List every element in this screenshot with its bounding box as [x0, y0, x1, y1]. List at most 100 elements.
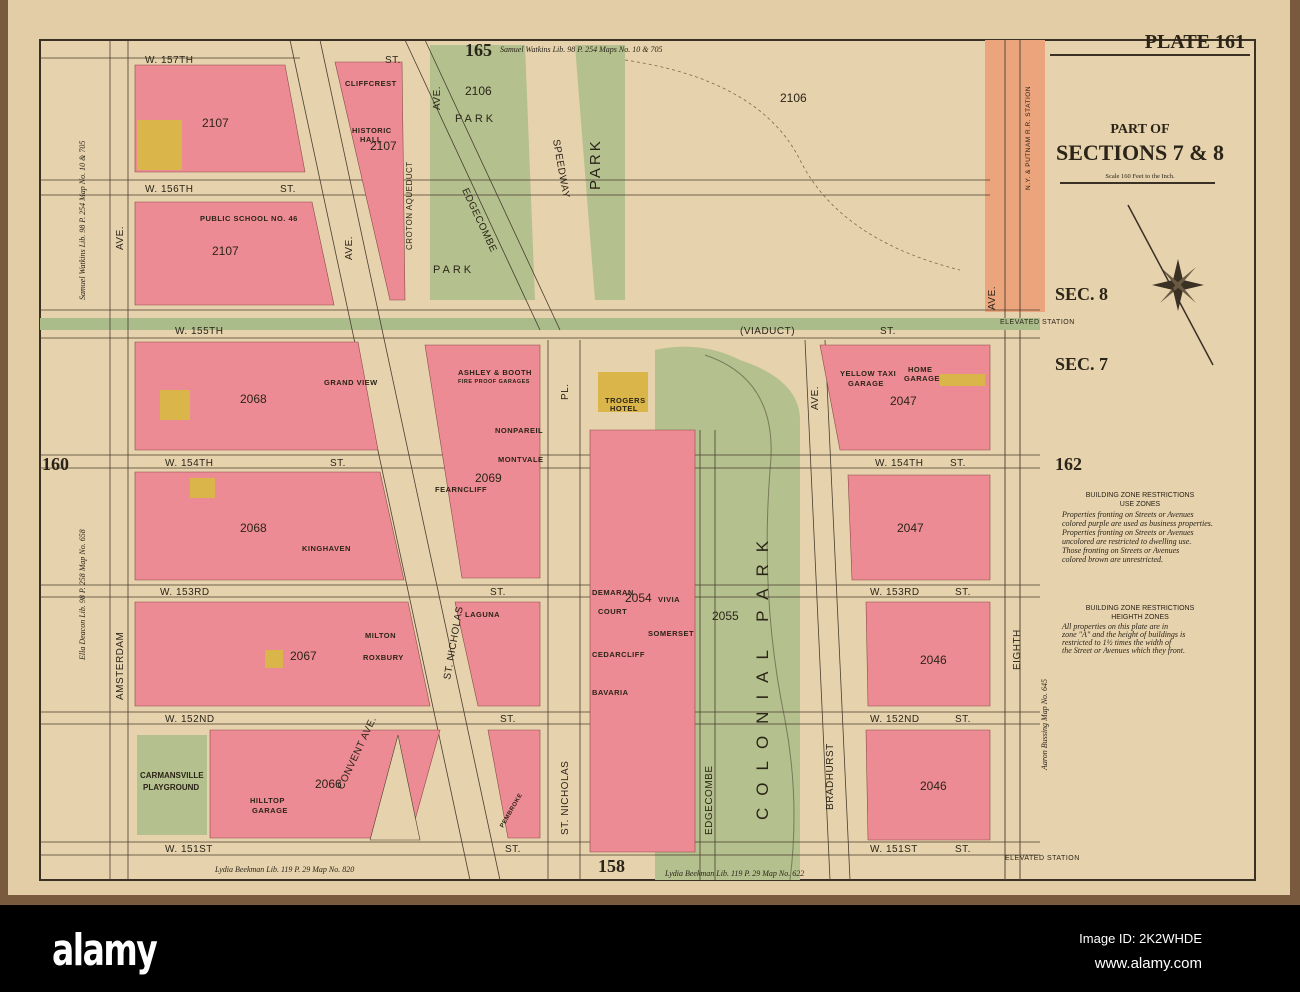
svg-text:the Street or Avenues which th: the Street or Avenues which they front. [1062, 646, 1185, 655]
svg-text:2106: 2106 [465, 84, 492, 98]
building-laguna: LAGUNA [465, 610, 500, 619]
adjacent-plate-left: 160 [42, 454, 69, 474]
plate-number: PLATE 161 [1145, 31, 1245, 53]
sec-8-label: SEC. 8 [1055, 284, 1108, 304]
block-2054 [589, 429, 696, 853]
image-id: Image ID: 2K2WHDE [1079, 931, 1202, 946]
avenue-label: AVE. [115, 226, 126, 250]
building-yellow-taxi-garage: YELLOW TAXI [840, 369, 896, 378]
owner-note-bottom-mid: Lydia Beekman Lib. 119 P. 29 Map No. 622 [664, 869, 804, 878]
building-grand-view: GRAND VIEW [324, 378, 378, 387]
adjacent-plate-top: 165 [465, 40, 492, 60]
footer-bar: alamy Image ID: 2K2WHDE www.alamy.com [0, 905, 1300, 992]
eighth-ave-label: EIGHTH [1012, 629, 1023, 670]
street-w154: W. 154TH [165, 458, 213, 469]
svg-text:2106: 2106 [780, 91, 807, 105]
street-w153-east: W. 153RD [870, 587, 920, 598]
site-link[interactable]: www.alamy.com [1095, 955, 1202, 972]
street-st: ST. [955, 587, 971, 598]
svg-text:USE ZONES: USE ZONES [1120, 501, 1161, 508]
svg-text:colored purple are used as bus: colored purple are used as business prop… [1062, 519, 1213, 528]
elevated-station-label: ELEVATED STATION [1000, 319, 1075, 326]
street-w153: W. 153RD [160, 587, 210, 598]
building-somerset: SOMERSET [648, 629, 694, 638]
street-w155: W. 155TH [175, 326, 223, 337]
street-st: ST. [280, 184, 296, 195]
title-part-of: PART OF [1110, 122, 1169, 137]
svg-text:2067: 2067 [290, 649, 317, 663]
street-w151: W. 151ST [165, 844, 213, 855]
svg-text:BUILDING ZONE RESTRICTIONS: BUILDING ZONE RESTRICTIONS [1086, 492, 1195, 499]
playground-label: PLAYGROUND [143, 783, 199, 792]
building-home-garage: GARAGE [904, 374, 940, 383]
avenue-label: AVE. [987, 286, 998, 310]
street-st: ST. [385, 55, 401, 66]
svg-text:2069: 2069 [475, 471, 502, 485]
bradhurst-label: BRADHURST [825, 743, 836, 810]
building-hilltop-garage: GARAGE [252, 806, 288, 815]
svg-text:2047: 2047 [897, 521, 924, 535]
building-hilltop-garage: HILLTOP [250, 796, 285, 805]
block-2068-s [134, 471, 405, 581]
svg-text:2066: 2066 [315, 777, 342, 791]
street-w152: W. 152ND [165, 714, 215, 725]
building-nonpareil: NONPAREIL [495, 426, 543, 435]
street-st: ST. [880, 326, 896, 337]
croton-aqueduct-label: CROTON AQUEDUCT [405, 161, 414, 250]
svg-text:2047: 2047 [890, 394, 917, 408]
amsterdam-ave-label: AMSTERDAM [115, 632, 126, 700]
viaduct-label: (VIADUCT) [740, 326, 795, 337]
scale-label: Scale 160 Feet to the Inch. [1105, 173, 1175, 180]
building-cliffcrest: CLIFFCREST [345, 79, 397, 88]
putnam-railroad [985, 40, 1045, 312]
street-w154-east: W. 154TH [875, 458, 923, 469]
street-st: ST. [955, 714, 971, 725]
street-w157: W. 157TH [145, 55, 193, 66]
building-bavaria: BAVARIA [592, 688, 629, 697]
svg-text:2046: 2046 [920, 779, 947, 793]
building-cedarcliff: CEDARCLIFF [592, 650, 645, 659]
street-w152-east: W. 152ND [870, 714, 920, 725]
st-nicholas-pl-label: ST. NICHOLAS [560, 761, 571, 835]
svg-text:Properties fronting on Streets: Properties fronting on Streets or Avenue… [1061, 528, 1194, 537]
svg-text:2068: 2068 [240, 521, 267, 535]
svg-text:2068: 2068 [240, 392, 267, 406]
street-w156: W. 156TH [145, 184, 193, 195]
avenue-label: AVE. [810, 386, 821, 410]
building-trogers-hotel: HOTEL [610, 404, 638, 413]
adjacent-plate-right: 162 [1055, 454, 1082, 474]
building-demaran-court: COURT [598, 607, 627, 616]
svg-text:2046: 2046 [920, 653, 947, 667]
svg-text:2107: 2107 [202, 116, 229, 130]
street-st: ST. [950, 458, 966, 469]
svg-text:uncolored are restricted to dw: uncolored are restricted to dwelling use… [1062, 537, 1191, 546]
building-kinghaven: KINGHAVEN [302, 544, 351, 553]
map-sheet: PLATE 161 PART OF SECTIONS 7 & 8 Scale 1… [0, 0, 1300, 905]
street-w151-east: W. 151ST [870, 844, 918, 855]
alamy-logo[interactable]: alamy [52, 925, 158, 976]
street-st: ST. [505, 844, 521, 855]
owner-note-right: Aaron Bussing Map No. 645 [1040, 679, 1049, 771]
building-ashley-booth: FIRE PROOF GARAGES [458, 379, 530, 385]
building-home-garage: HOME [908, 365, 933, 374]
sec-7-label: SEC. 7 [1055, 354, 1108, 374]
street-st: ST. [500, 714, 516, 725]
pl-label: PL. [560, 383, 571, 400]
svg-text:2107: 2107 [212, 244, 239, 258]
edgecombe-label-south: EDGECOMBE [704, 765, 715, 835]
park-label: PARK [587, 138, 604, 190]
svg-text:HEIGHTH ZONES: HEIGHTH ZONES [1111, 614, 1169, 621]
building-fearncliff: FEARNCLIFF [435, 485, 487, 494]
svg-text:Those fronting on Streets or A: Those fronting on Streets or Avenues [1062, 546, 1179, 555]
building-milton: MILTON [365, 631, 396, 640]
building-ashley-booth: ASHLEY & BOOTH [458, 368, 532, 377]
street-st: ST. [490, 587, 506, 598]
building-yellow-taxi-garage: GARAGE [848, 379, 884, 388]
street-st: ST. [955, 844, 971, 855]
building-public-school-46: PUBLIC SCHOOL NO. 46 [200, 214, 298, 223]
building-roxbury: ROXBURY [363, 653, 404, 662]
park-label: PARK [433, 264, 474, 276]
owner-note-top: Samuel Watkins Lib. 98 P. 254 Maps No. 1… [500, 45, 662, 54]
title-sections: SECTIONS 7 & 8 [1056, 140, 1224, 165]
owner-note-bottom-left: Lydia Beekman Lib. 119 P. 29 Map No. 820 [214, 865, 354, 874]
